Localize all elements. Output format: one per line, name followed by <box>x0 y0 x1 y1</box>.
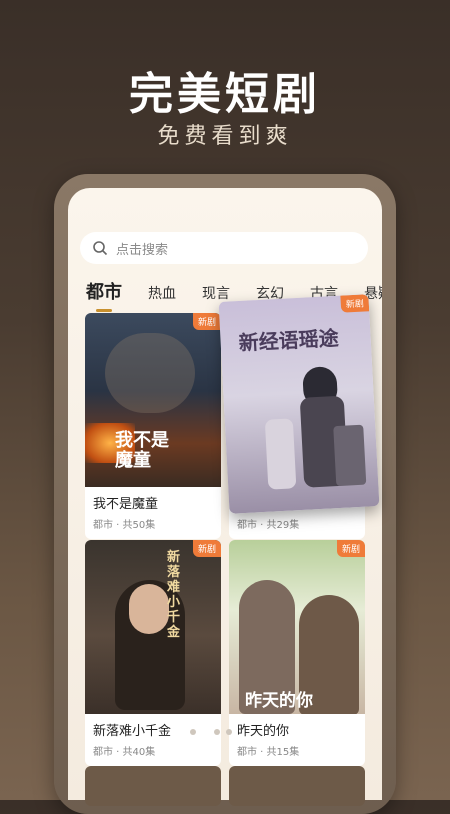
tab-dushi[interactable]: 都市 <box>86 278 122 312</box>
drama-title: 我不是魔童 <box>93 497 159 512</box>
tab-xianyan[interactable]: 现言 <box>202 283 230 303</box>
indicator-dot-active <box>202 729 208 735</box>
poster-title: 昨天的你 <box>245 691 313 711</box>
search-icon <box>93 241 108 256</box>
drama-card[interactable]: 新剧 昨天的你 昨天的你 都市 · 共15集 <box>229 540 365 766</box>
drama-card[interactable]: 新剧 我不是魔童 我不是魔童 都市 · 共50集 <box>85 313 221 539</box>
new-badge: 新剧 <box>192 313 221 330</box>
drama-info: 都市 · 共50集 <box>93 520 156 531</box>
drama-title: 昨天的你 <box>237 724 290 739</box>
drama-poster: 新剧 新落难小千金 <box>85 540 221 714</box>
drama-info: 都市 · 共40集 <box>93 747 156 758</box>
tab-rexue[interactable]: 热血 <box>148 283 176 303</box>
poster-title: 新经语瑶途 <box>238 325 340 356</box>
indicator-dot <box>190 729 196 735</box>
drama-card-peek <box>229 766 365 806</box>
drama-card-peek <box>85 766 221 806</box>
poster-title: 我不是魔童 <box>115 430 169 471</box>
new-badge: 新剧 <box>336 540 365 557</box>
search-bar[interactable]: 点击搜索 <box>80 232 368 264</box>
page-indicator <box>190 729 238 735</box>
poster-title: 新落难小千金 <box>167 550 181 640</box>
indicator-dot <box>214 729 220 735</box>
new-badge: 新剧 <box>192 540 221 557</box>
drama-poster: 新剧 昨天的你 <box>229 540 365 714</box>
featured-floating-poster[interactable]: 新剧 新经语瑶途 <box>218 294 380 514</box>
indicator-dot <box>226 729 232 735</box>
drama-poster: 新剧 我不是魔童 <box>85 313 221 487</box>
new-badge: 新剧 <box>340 294 370 313</box>
search-placeholder: 点击搜索 <box>116 242 169 258</box>
drama-info: 都市 · 共15集 <box>237 747 300 758</box>
hero-subtitle: 免费看到爽 <box>157 124 293 149</box>
drama-info: 都市 · 共29集 <box>237 520 300 531</box>
hero-title: 完美短剧 <box>129 69 321 120</box>
